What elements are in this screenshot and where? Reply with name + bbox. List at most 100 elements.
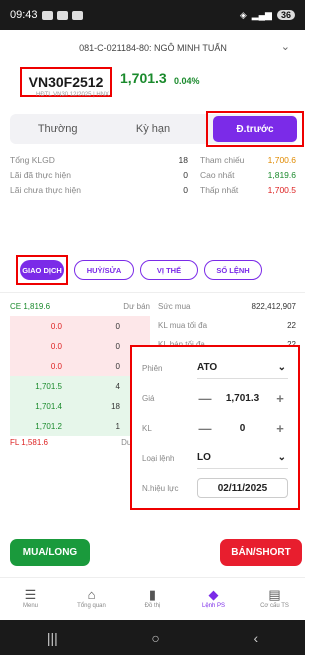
stat-value: 0 — [183, 184, 188, 195]
ask-volume: 0 — [115, 341, 120, 351]
price-label: Giá — [142, 393, 155, 403]
ask-row[interactable]: 0.0 0 — [10, 316, 150, 336]
ask-volume: 0 — [115, 361, 120, 371]
ask-row[interactable]: 0.0 0 — [10, 356, 150, 376]
stat-value: 1,700.6 — [267, 154, 296, 165]
market-stats: Tổng KLGD 18 Tham chiếu 1,700.6 Lãi đã t… — [10, 152, 296, 197]
quantity-label: KL — [142, 423, 152, 433]
ask-price: 0.0 — [50, 341, 62, 351]
bid-price: 1,701.5 — [35, 381, 62, 391]
order-type-selector: Thường Kỳ hạn Đ.trước — [10, 111, 304, 147]
plus-icon[interactable]: + — [272, 391, 288, 406]
bid-volume: 4 — [115, 381, 120, 391]
stat-label: Thấp nhất — [200, 184, 239, 195]
session-label: Phiên — [142, 363, 163, 373]
price-stepper: — 1,701.3 + — [197, 387, 288, 409]
tab-highlight: GIAO DỊCH — [16, 255, 68, 285]
order-type-label: Loại lệnh — [142, 453, 175, 463]
plus-icon[interactable]: + — [272, 421, 288, 436]
stat-value: 18 — [178, 154, 188, 165]
stat-value: 0 — [183, 169, 188, 180]
chevron-down-icon: ⌄ — [277, 452, 286, 463]
order-type-value: LO — [197, 452, 211, 463]
session-select[interactable]: ATO ⌄ — [197, 357, 288, 379]
info-value: 822,412,907 — [251, 302, 297, 311]
tab-trade[interactable]: GIAO DỊCH — [20, 260, 64, 280]
tab-cancel-edit[interactable]: HUỶ/SỬA — [74, 260, 134, 280]
sell-column-header: Dư bán — [123, 302, 150, 311]
chevron-down-icon: ⌄ — [277, 362, 286, 373]
bottom-nav: ☰ Menu ⌂ Tổng quan ▮ Đồ thị ◆ Lệnh PS ▤ Cơ cấ… — [0, 577, 305, 619]
divider — [0, 292, 305, 293]
nav-label: Lệnh PS — [201, 602, 226, 609]
nav-derivative-orders[interactable]: ◆ Lệnh PS — [183, 578, 244, 619]
trade-tabs: GIAO DỊCH HUỶ/SỬA VỊ THẾ SỐ LỆNH — [16, 255, 298, 285]
stat-label: Cao nhất — [200, 169, 235, 180]
bid-row[interactable]: 1,701.2 1 — [10, 416, 150, 436]
bid-volume: 1 — [115, 421, 120, 431]
stat-value: 1,700.5 — [267, 184, 296, 195]
ask-price: 0.0 — [50, 321, 62, 331]
order-type-advance-highlight: Đ.trước — [206, 111, 304, 147]
bid-row[interactable]: 1,701.5 4 — [10, 376, 150, 396]
tab-position[interactable]: VỊ THẾ — [140, 260, 198, 280]
ticker-change: 0.04% — [174, 76, 200, 86]
minus-icon[interactable]: — — [197, 421, 213, 436]
stat-label: Lãi chưa thực hiện — [10, 184, 81, 195]
stat-label: Tham chiếu — [200, 154, 245, 165]
info-label: Sức mua — [158, 302, 191, 311]
minus-icon[interactable]: — — [197, 391, 213, 406]
ceiling-price: CE 1,819.6 — [10, 302, 51, 311]
bid-volume: 18 — [111, 401, 120, 411]
order-type-term[interactable]: Kỳ hạn — [105, 123, 200, 135]
status-bar: 09:43 ◈ ▂▄▆ 36 — [0, 0, 305, 30]
recents-icon[interactable]: ||| — [47, 630, 58, 646]
tab-order-book[interactable]: SỐ LỆNH — [204, 260, 262, 280]
ask-row[interactable]: 0.0 0 — [10, 336, 150, 356]
trade-icon: ◆ — [208, 586, 219, 602]
info-label: KL mua tối đa — [158, 321, 208, 330]
nav-label: Đồ thị — [144, 602, 161, 609]
battery-icon: 36 — [276, 10, 295, 20]
sell-short-button[interactable]: BÁN/SHORT — [220, 539, 302, 566]
validity-date-field[interactable]: 02/11/2025 — [197, 478, 288, 498]
home-icon: ⌂ — [87, 587, 96, 602]
system-nav: ||| ○ ‹ — [0, 620, 305, 655]
quantity-input[interactable]: 0 — [240, 423, 246, 434]
notification-icon — [41, 10, 53, 20]
home-button-icon[interactable]: ○ — [151, 630, 159, 646]
ask-volume: 0 — [115, 321, 120, 331]
account-label: 081-C-021184-80: NGÔ MINH TUẤN — [79, 43, 227, 53]
ticker-subtitle: HĐTL VN30 12/2025 | HNX — [36, 92, 110, 98]
portfolio-icon: ▤ — [268, 586, 281, 602]
signal-icon: ▂▄▆ — [251, 9, 272, 20]
nav-portfolio[interactable]: ▤ Cơ cấu TS — [244, 578, 305, 619]
nav-label: Cơ cấu TS — [260, 602, 289, 609]
nav-label: Tổng quan — [77, 602, 106, 609]
nav-menu[interactable]: ☰ Menu — [0, 578, 61, 619]
back-icon[interactable]: ‹ — [253, 630, 258, 646]
bid-price: 1,701.4 — [35, 401, 62, 411]
nav-overview[interactable]: ⌂ Tổng quan — [61, 578, 122, 619]
order-type-advance[interactable]: Đ.trước — [213, 116, 297, 142]
account-selector[interactable]: 081-C-021184-80: NGÔ MINH TUẤN ⌄ — [10, 38, 296, 58]
bid-price: 1,701.2 — [35, 421, 62, 431]
session-value: ATO — [197, 362, 218, 373]
order-book: CE 1,819.6 Dư bán 0.0 0 0.0 0 0.0 0 1,701.5… — [10, 302, 150, 452]
price-input[interactable]: 1,701.3 — [226, 393, 259, 404]
bid-row[interactable]: 1,701.4 18 — [10, 396, 150, 416]
quantity-stepper: — 0 + — [197, 417, 288, 439]
order-form: Phiên ATO ⌄ Giá — 1,701.3 + KL — 0 + Loại… — [130, 345, 300, 510]
status-time: 09:43 — [10, 9, 38, 21]
ticker-price: 1,701.3 — [120, 70, 167, 86]
ask-price: 0.0 — [50, 361, 62, 371]
info-value: 22 — [287, 321, 296, 330]
validity-label: N.hiệu lực — [142, 483, 179, 493]
order-type-select[interactable]: LO ⌄ — [197, 447, 288, 469]
floor-price: FL 1,581.6 — [10, 438, 48, 447]
buy-long-button[interactable]: MUA/LONG — [10, 539, 90, 566]
stat-label: Lãi đã thực hiện — [10, 169, 71, 180]
nav-chart[interactable]: ▮ Đồ thị — [122, 578, 183, 619]
chart-icon: ▮ — [148, 586, 157, 602]
order-type-normal[interactable]: Thường — [10, 123, 105, 135]
